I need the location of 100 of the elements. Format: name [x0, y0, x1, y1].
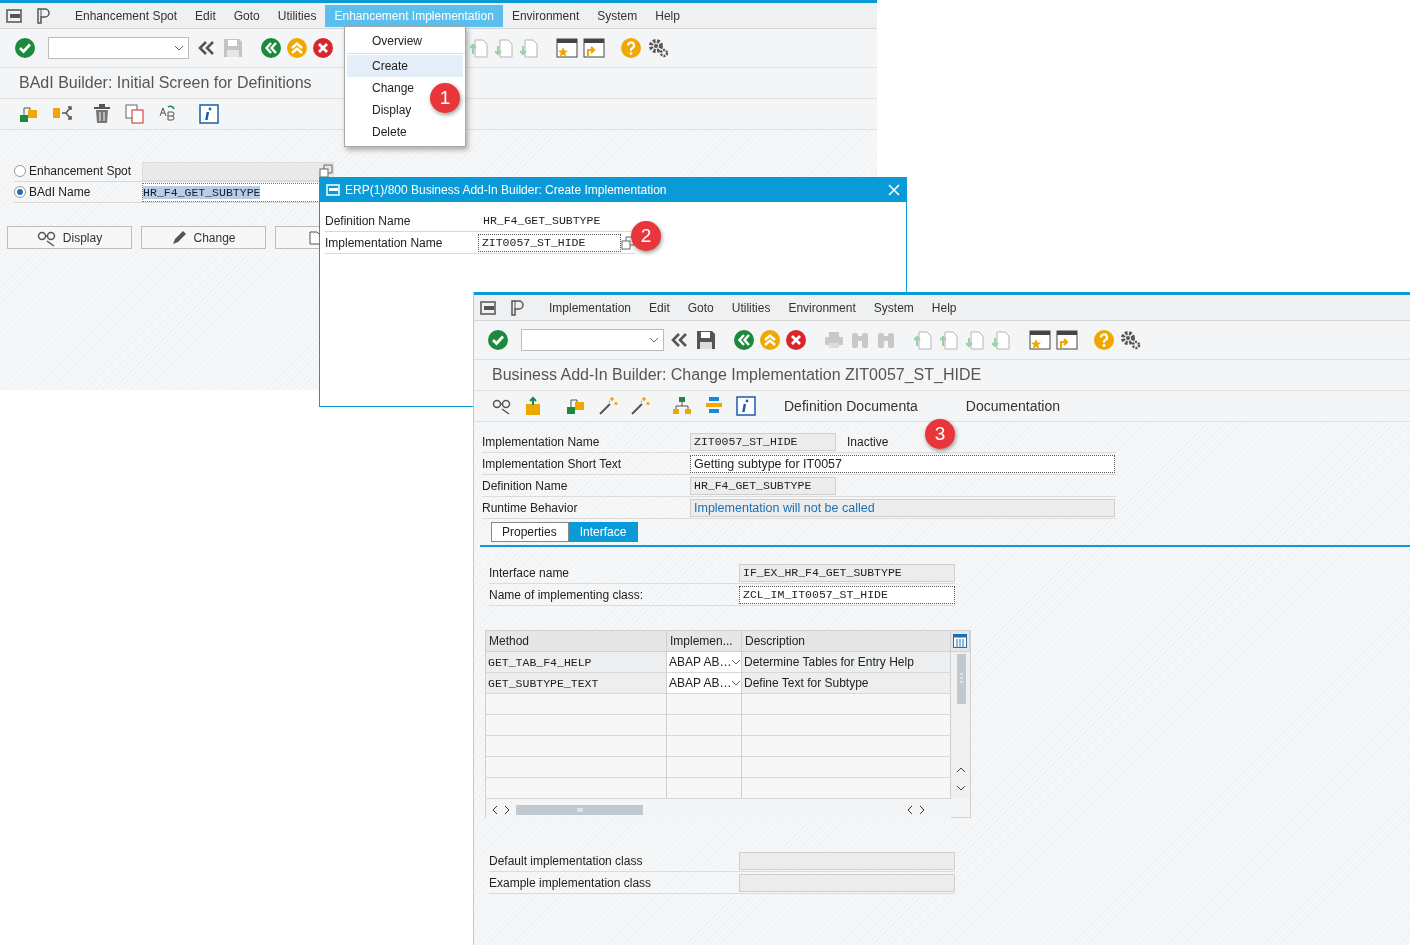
table-cell: GET_SUBTYPE_TEXT: [486, 673, 667, 694]
toolbar-button[interactable]: Definition Documenta: [780, 396, 922, 416]
field-label: Implementation Name: [482, 434, 601, 449]
column-header: Description: [742, 631, 951, 652]
field-label: Implementation Short Text: [482, 456, 623, 471]
double-chevron-icon[interactable]: [197, 39, 215, 57]
command-field[interactable]: [521, 329, 664, 351]
dropdown-cell[interactable]: ABAP AB…: [667, 673, 742, 694]
pencil-icon[interactable]: [171, 229, 188, 246]
table-cell: Determine Tables for Entry Help: [742, 652, 951, 673]
gear-icon[interactable]: [1119, 329, 1141, 351]
table-settings-icon[interactable]: [953, 634, 967, 648]
field-label: Interface name: [489, 565, 571, 580]
scroll-thumb-icon[interactable]: [955, 654, 966, 704]
menu-item[interactable]: Overview: [347, 30, 463, 52]
gear-icon[interactable]: [647, 37, 669, 59]
radio-button[interactable]: [14, 186, 26, 198]
command-field[interactable]: [48, 37, 189, 59]
hierarchy-icon[interactable]: [566, 397, 586, 415]
menu-item[interactable]: Utilities: [722, 296, 780, 319]
field-label: Definition Name: [482, 478, 569, 493]
menu-item[interactable]: Goto: [678, 296, 723, 319]
info-icon[interactable]: [736, 396, 756, 416]
menu-item[interactable]: Edit: [186, 4, 225, 27]
status-text: Inactive: [847, 434, 889, 449]
scroll-right-icon[interactable]: [504, 804, 510, 815]
screen-title: Business Add-In Builder: Change Implementation ZIT0057_ST_HIDE: [492, 366, 982, 384]
screen-title: BAdI Builder: Initial Screen for Definitions: [19, 74, 312, 92]
layout-icon[interactable]: [36, 7, 52, 24]
scroll-up-icon[interactable]: [955, 767, 966, 773]
window-menu-icon[interactable]: [6, 8, 22, 23]
radio-button[interactable]: [14, 165, 26, 177]
org-chart-icon[interactable]: [672, 396, 692, 416]
action-button[interactable]: [275, 226, 321, 249]
menu-item[interactable]: Help: [646, 4, 689, 27]
dropdown-icon[interactable]: [731, 680, 742, 686]
action-button[interactable]: Display: [7, 226, 132, 249]
field-value: Implementation will not be called: [690, 498, 1115, 517]
hierarchy-icon[interactable]: [19, 105, 39, 123]
menu-item[interactable]: System: [864, 296, 923, 319]
window-menu-icon[interactable]: [480, 300, 496, 315]
value-help-icon[interactable]: [621, 235, 635, 250]
double-chevron-icon[interactable]: [670, 331, 688, 349]
rename-icon[interactable]: [158, 104, 176, 124]
input-field[interactable]: ZCL_IM_IT0057_ST_HIDE: [739, 585, 955, 604]
scroll-left-icon[interactable]: [492, 804, 498, 815]
field-label: Default implementation class: [489, 853, 644, 868]
layout-icon[interactable]: [510, 299, 526, 316]
dialog-title: ERP(1)/800 Business Add-In Builder: Create Implementation: [345, 183, 667, 197]
input-field[interactable]: ZIT0057_ST_HIDE: [477, 233, 621, 252]
field-label: Runtime Behavior: [482, 500, 579, 515]
menu-item[interactable]: Goto: [224, 4, 269, 27]
glasses-icon[interactable]: [492, 397, 512, 415]
menu-item[interactable]: Delete: [347, 121, 463, 143]
field-label: Name of implementing class:: [489, 587, 645, 602]
cancel-icon[interactable]: [313, 38, 333, 58]
dropdown-icon[interactable]: [174, 45, 184, 51]
tab[interactable]: Properties: [491, 522, 569, 542]
dropdown-icon[interactable]: [731, 659, 742, 665]
vertical-scrollbar[interactable]: [951, 652, 970, 799]
close-icon[interactable]: [888, 184, 900, 196]
menu-item[interactable]: Help: [922, 296, 966, 319]
page-icon[interactable]: [309, 230, 321, 245]
dropdown-icon[interactable]: [649, 337, 659, 343]
input-field[interactable]: Getting subtype for IT0057: [690, 454, 1115, 473]
menu-item[interactable]: Utilities: [268, 4, 326, 27]
magic-wand-icon[interactable]: [598, 396, 618, 416]
menu-item[interactable]: System: [588, 4, 647, 27]
back-icon[interactable]: [261, 38, 281, 58]
window-menu-icon: [326, 184, 340, 196]
value-help-icon[interactable]: [319, 164, 333, 178]
menu-item[interactable]: Environment: [502, 4, 589, 27]
menu-item[interactable]: Environment: [779, 296, 865, 319]
back-icon[interactable]: [734, 330, 754, 350]
scroll-left-icon[interactable]: [907, 804, 913, 815]
field-value: HR_F4_GET_SUBTYPE: [482, 213, 602, 229]
menu-item[interactable]: Implementation: [540, 296, 641, 319]
toolbar-button[interactable]: Documentation: [961, 396, 1065, 416]
trash-icon[interactable]: [93, 104, 111, 124]
option-label: Enhancement Spot: [29, 164, 133, 178]
magic-wand-icon[interactable]: [630, 396, 650, 416]
menu-item[interactable]: Create: [347, 55, 463, 77]
menu-item[interactable]: Edit: [640, 296, 679, 319]
copy-icon[interactable]: [125, 104, 145, 124]
check-icon[interactable]: [488, 330, 508, 350]
column-header: Method: [486, 631, 667, 652]
scroll-right-icon[interactable]: [919, 804, 925, 815]
action-button[interactable]: Change: [141, 226, 266, 249]
menu-item[interactable]: Enhancement Spot: [66, 4, 187, 27]
field-value: ZIT0057_ST_HIDE: [690, 432, 836, 451]
cancel-icon[interactable]: [786, 330, 806, 350]
check-icon[interactable]: [15, 38, 35, 58]
scroll-down-icon[interactable]: [955, 785, 966, 791]
field-value: HR_F4_GET_SUBTYPE: [690, 476, 836, 495]
layers-icon[interactable]: [704, 396, 724, 416]
input-value[interactable]: HR_F4_GET_SUBTYPE: [143, 185, 261, 199]
scrollbar-drawing[interactable]: [516, 804, 643, 815]
info-icon[interactable]: [199, 104, 219, 124]
dropdown-cell[interactable]: ABAP AB…: [667, 652, 742, 673]
save-icon[interactable]: [696, 330, 716, 350]
